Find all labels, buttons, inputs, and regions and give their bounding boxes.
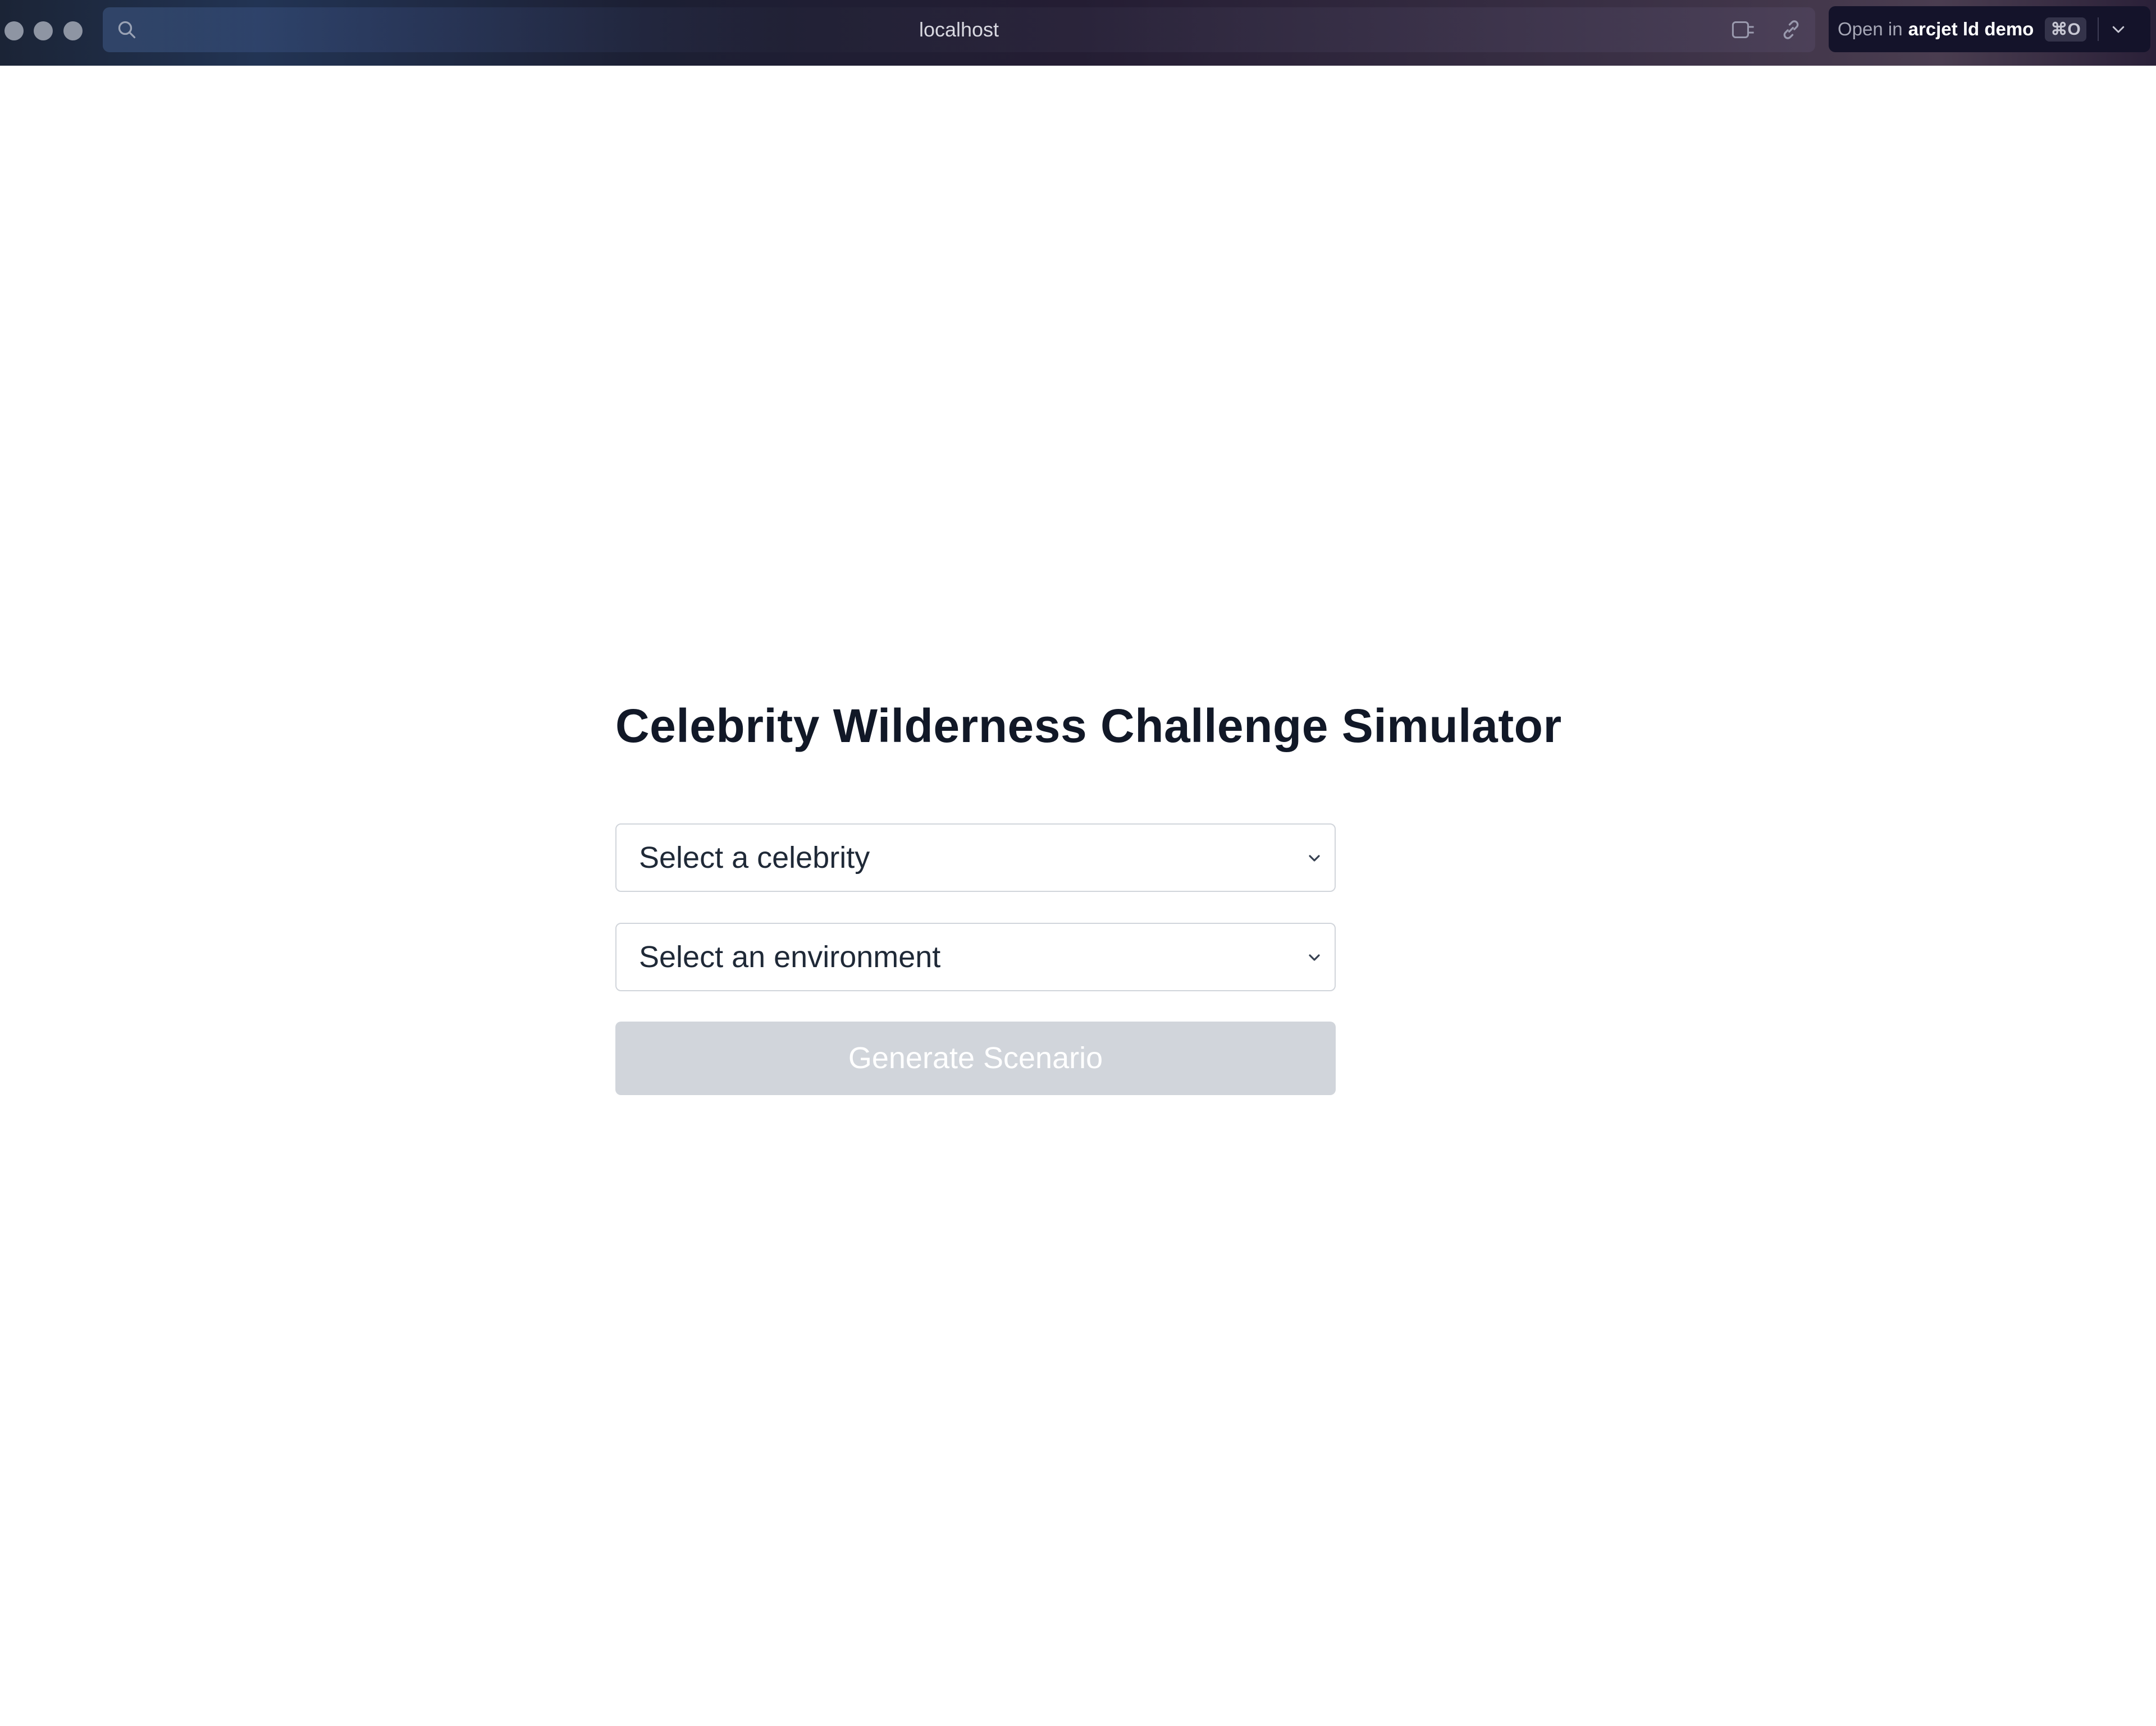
minimize-window-button[interactable] bbox=[34, 21, 53, 40]
environment-select-value: Select an environment bbox=[639, 940, 941, 974]
generate-scenario-button[interactable]: Generate Scenario bbox=[615, 1022, 1336, 1095]
keyboard-shortcut-badge: ⌘O bbox=[2045, 17, 2086, 42]
open-in-prefix: Open in bbox=[1838, 19, 1903, 39]
page-title: Celebrity Wilderness Challenge Simulator bbox=[615, 699, 1562, 752]
open-in-app-button[interactable]: Open in arcjet ld demo ⌘O bbox=[1829, 6, 2150, 52]
chevron-down-icon bbox=[1309, 855, 1320, 862]
url-text: localhost bbox=[919, 18, 999, 41]
copy-link-icon[interactable] bbox=[1779, 19, 1803, 41]
environment-select[interactable]: Select an environment bbox=[615, 923, 1336, 991]
address-bar[interactable]: localhost bbox=[103, 7, 1815, 52]
divider bbox=[2097, 17, 2099, 41]
chevron-down-icon bbox=[1309, 954, 1320, 961]
celebrity-select[interactable]: Select a celebrity bbox=[615, 823, 1336, 892]
close-window-button[interactable] bbox=[4, 21, 24, 40]
zoom-window-button[interactable] bbox=[63, 21, 83, 40]
browser-toolbar: localhost Open in arcjet ld demo ⌘O bbox=[0, 0, 2156, 66]
chevron-down-icon[interactable] bbox=[2110, 21, 2127, 38]
sidebar-panel-icon[interactable] bbox=[1731, 19, 1756, 41]
open-in-app-name: arcjet ld demo bbox=[1908, 19, 2034, 39]
celebrity-select-value: Select a celebrity bbox=[639, 841, 870, 875]
